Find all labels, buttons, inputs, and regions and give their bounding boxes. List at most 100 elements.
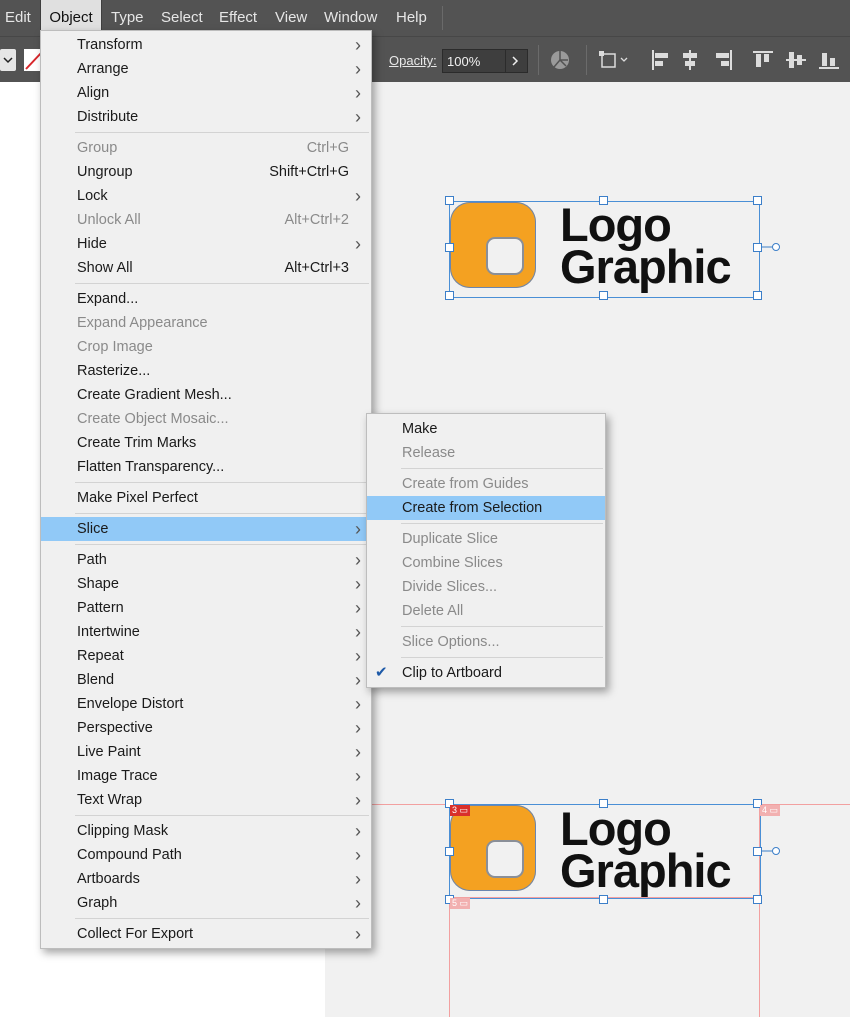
menu-item-label: Clipping Mask [77,823,169,839]
selection-bounding-box[interactable] [449,201,760,298]
dropdown-control[interactable] [0,49,16,71]
align-horizontal-center-icon[interactable] [680,49,700,71]
menu-item-create-trim-marks[interactable]: Create Trim Marks [41,431,371,455]
menu-item-live-paint[interactable]: Live Paint › [41,740,371,764]
selection-handle[interactable] [753,895,762,904]
menu-item-compound-path[interactable]: Compound Path › [41,843,371,867]
menu-item-make-pixel-perfect[interactable]: Make Pixel Perfect [41,486,371,510]
selection-handle[interactable] [599,799,608,808]
selection-handle[interactable] [753,291,762,300]
selection-handle[interactable] [753,243,762,252]
menu-separator [75,544,369,545]
chevron-right-icon: › [355,821,361,841]
menu-item-transform[interactable]: Transform › [41,33,371,57]
align-bottom-icon[interactable] [818,49,840,71]
menu-separator [401,468,603,469]
chevron-right-icon: › [355,83,361,103]
menu-item-show-all[interactable]: Show All Alt+Ctrl+3 [41,256,371,280]
menu-item-text-wrap[interactable]: Text Wrap › [41,788,371,812]
selection-handle[interactable] [753,847,762,856]
menu-item-align[interactable]: Align › [41,81,371,105]
menu-item-repeat[interactable]: Repeat › [41,644,371,668]
selection-handle[interactable] [599,895,608,904]
align-right-icon[interactable] [714,49,734,71]
menu-separator [75,918,369,919]
selection-handle[interactable] [445,847,454,856]
menu-help[interactable]: Help [396,0,427,36]
menu-item-duplicate-slice: Duplicate Slice [367,527,605,551]
text-thread-port-icon[interactable] [762,845,782,857]
menu-item-pattern[interactable]: Pattern › [41,596,371,620]
menu-separator [75,283,369,284]
menu-item-label: Text Wrap [77,792,143,808]
menu-item-hide[interactable]: Hide › [41,232,371,256]
menu-item-label: Show All [77,260,133,276]
opacity-field[interactable]: 100% [442,49,528,73]
menu-item-shape[interactable]: Shape › [41,572,371,596]
selection-handle[interactable] [445,243,454,252]
menu-item-clipping-mask[interactable]: Clipping Mask › [41,819,371,843]
menu-item-intertwine[interactable]: Intertwine › [41,620,371,644]
recolor-artwork-icon[interactable] [549,49,571,71]
menu-item-arrange[interactable]: Arrange › [41,57,371,81]
menu-item-expand[interactable]: Expand... [41,287,371,311]
slice-bounding-box[interactable] [449,804,761,899]
menu-item-label: Group [77,140,118,156]
align-vertical-center-icon[interactable] [785,49,807,71]
slice-number: 5 [452,898,458,908]
menu-item-label: Compound Path [77,847,182,863]
chevron-right-icon: › [355,519,361,539]
menu-item-flatten-transparency[interactable]: Flatten Transparency... [41,455,371,479]
menu-item-create-gradient-mesh[interactable]: Create Gradient Mesh... [41,383,371,407]
chevron-right-icon: › [355,845,361,865]
selection-handle[interactable] [599,196,608,205]
menu-item-collect-for-export[interactable]: Collect For Export › [41,922,371,946]
check-icon: ✔ [375,664,388,681]
menu-item-slice[interactable]: Slice › [41,517,371,541]
menu-item-create-from-selection[interactable]: Create from Selection [367,496,605,520]
chevron-right-icon[interactable] [509,55,521,67]
menu-item-label: Intertwine [77,624,140,640]
chevron-down-icon [3,57,13,64]
chevron-right-icon: › [355,742,361,762]
menu-item-rasterize[interactable]: Rasterize... [41,359,371,383]
menu-item-label: Duplicate Slice [402,531,498,547]
menu-item-label: Arrange [77,61,129,77]
menu-item-blend[interactable]: Blend › [41,668,371,692]
selection-handle[interactable] [445,291,454,300]
selection-handle[interactable] [753,196,762,205]
menu-item-image-trace[interactable]: Image Trace › [41,764,371,788]
selection-handle[interactable] [445,196,454,205]
menu-item-perspective[interactable]: Perspective › [41,716,371,740]
opacity-divider [505,50,506,72]
menu-item-make[interactable]: Make [367,417,605,441]
selection-handle[interactable] [599,291,608,300]
chevron-right-icon: › [355,186,361,206]
menu-item-create-object-mosaic: Create Object Mosaic... [41,407,371,431]
menu-item-graph[interactable]: Graph › [41,891,371,915]
menu-item-ungroup[interactable]: Ungroup Shift+Ctrl+G [41,160,371,184]
menu-separator [401,626,603,627]
menu-item-label: Delete All [402,603,464,619]
menu-item-label: Slice [77,521,109,537]
align-top-icon[interactable] [752,49,774,71]
menu-item-path[interactable]: Path › [41,548,371,572]
slice-submenu: Make Release Create from Guides Create from… [366,413,606,688]
menu-bar-divider [442,6,443,30]
menu-item-label: Shape [77,576,119,592]
menu-item-label: Graph [77,895,118,911]
menu-edit[interactable]: Edit [5,0,31,36]
menu-item-clip-to-artboard[interactable]: ✔ Clip to Artboard [367,661,605,685]
menu-item-label: Lock [77,188,108,204]
menu-item-lock[interactable]: Lock › [41,184,371,208]
menu-item-label: Perspective [77,720,153,736]
slice-number: 3 [452,805,458,815]
align-to-selection-icon[interactable] [598,49,632,71]
menu-item-envelope-distort[interactable]: Envelope Distort › [41,692,371,716]
menu-item-distribute[interactable]: Distribute › [41,105,371,129]
menu-item-expand-appearance: Expand Appearance [41,311,371,335]
menu-item-label: Distribute [77,109,139,125]
align-left-icon[interactable] [650,49,670,71]
menu-item-artboards[interactable]: Artboards › [41,867,371,891]
text-thread-port-icon[interactable] [762,241,782,253]
